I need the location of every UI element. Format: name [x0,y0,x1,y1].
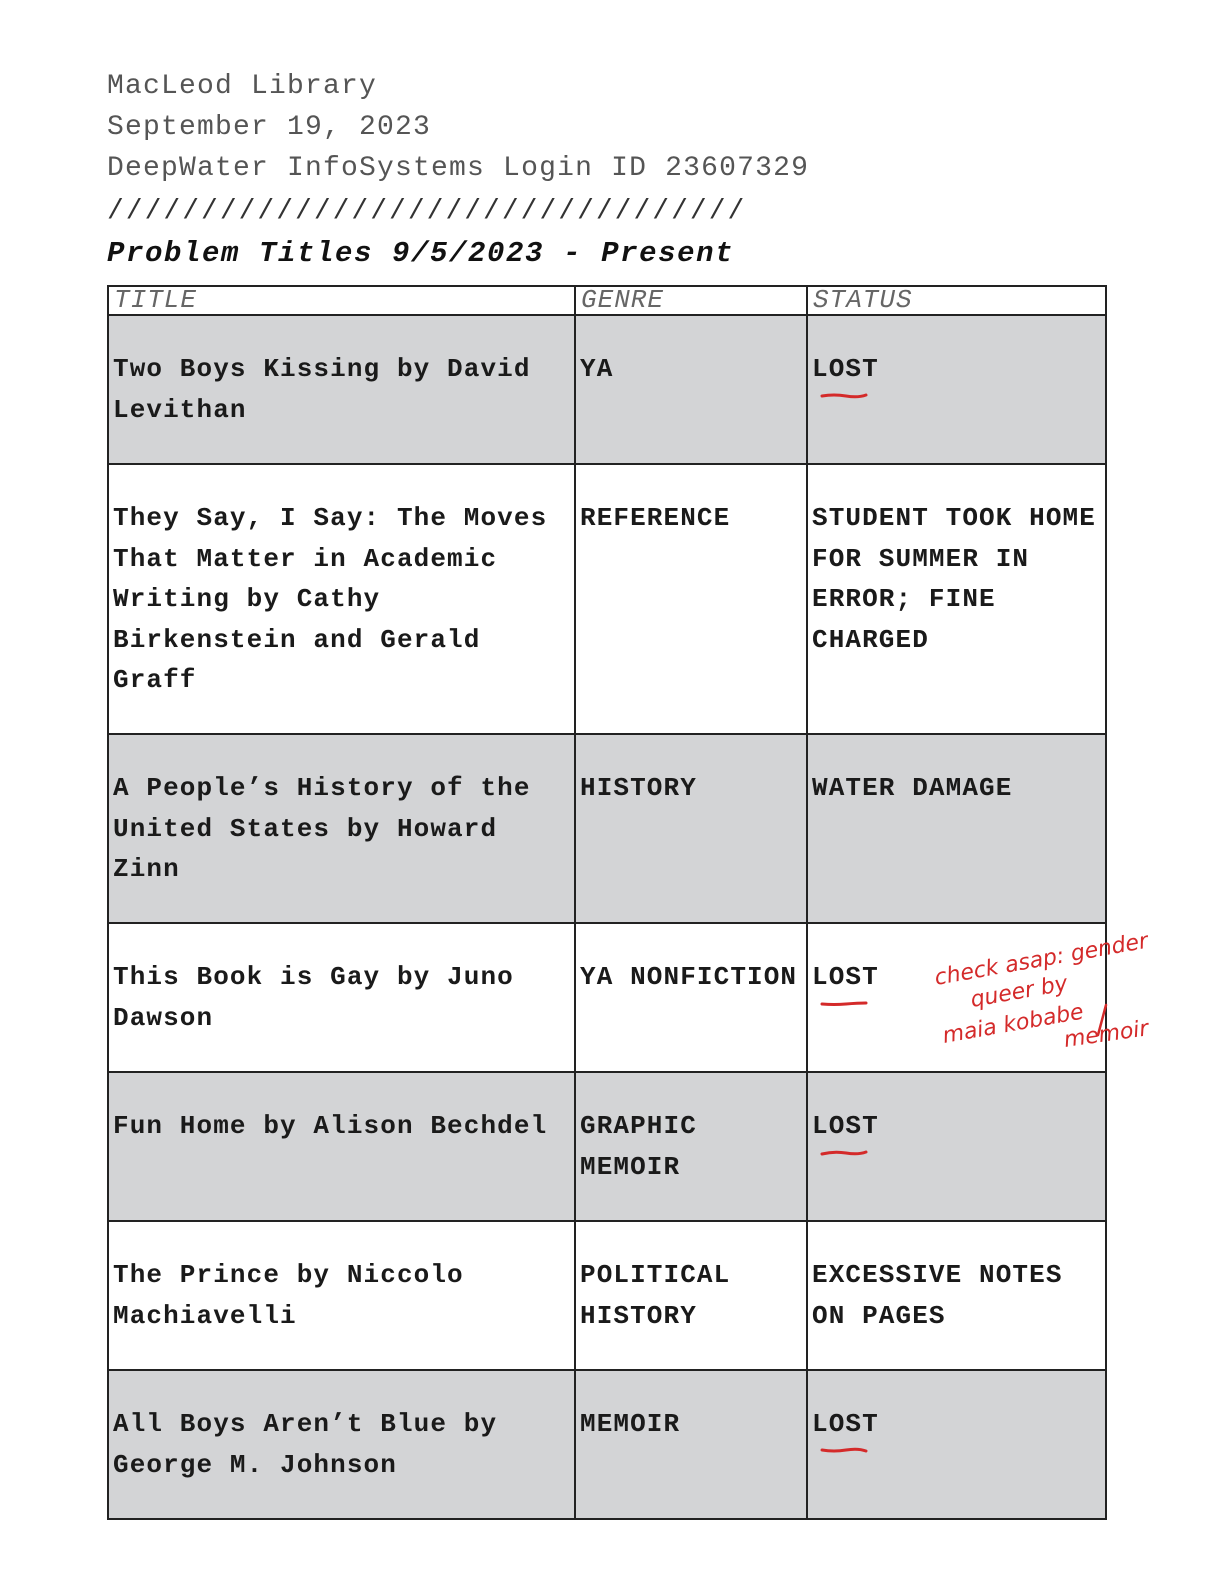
title-cell: The Prince by Niccolo Machiavelli [113,1260,464,1331]
login-id: DeepWater InfoSystems Login ID 23607329 [107,153,810,184]
table-row: A People’s History of the United States … [107,733,1107,924]
divider-line: ////////////////////////////////// [107,196,747,227]
table-header-row: TITLE GENRE STATUS [107,285,1107,316]
report-title: Problem Titles 9/5/2023 - Present [107,237,735,270]
handwritten-note: check asap: gender queer by maia kobabe … [933,928,1152,1053]
status-text: LOST [812,354,879,384]
red-underline-mark [820,1447,868,1452]
document-header: MacLeod Library September 19, 2023 DeepW… [107,66,809,274]
status-cell: LOST [812,1404,879,1452]
table-row: All Boys Aren’t Blue by George M. Johnso… [107,1369,1107,1520]
table-row: Two Boys Kissing by David Levithan YA LO… [107,314,1107,465]
status-text: LOST [812,1111,879,1141]
status-cell: EXCESSIVE NOTES ON PAGES [812,1260,1063,1331]
status-cell: LOST [812,349,879,398]
genre-cell: MEMOIR [580,1409,681,1439]
status-text: LOST [812,962,879,992]
problem-titles-table: TITLE GENRE STATUS Two Boys Kissing by D… [107,285,1107,1520]
report-date: September 19, 2023 [107,112,432,143]
status-cell: STUDENT TOOK HOME FOR SUMMER IN ERROR; F… [812,503,1096,655]
genre-cell: YA NONFICTION [580,962,798,992]
status-cell: LOST [812,1106,879,1155]
title-cell: All Boys Aren’t Blue by George M. Johnso… [113,1409,498,1480]
table-row: The Prince by Niccolo Machiavelli POLITI… [107,1220,1107,1371]
status-cell: LOST [812,957,879,1006]
genre-cell: POLITICAL HISTORY [580,1260,731,1331]
red-underline-mark [820,1001,868,1006]
table-row: They Say, I Say: The Moves That Matter i… [107,463,1107,735]
title-cell: Fun Home by Alison Bechdel [113,1111,548,1141]
genre-cell: HISTORY [580,773,697,803]
title-cell: This Book is Gay by Juno Dawson [113,962,514,1033]
genre-cell: YA [580,354,614,384]
status-cell: WATER DAMAGE [812,773,1013,803]
red-underline-mark [820,393,868,398]
title-cell: They Say, I Say: The Moves That Matter i… [113,503,548,695]
title-cell: A People’s History of the United States … [113,773,531,884]
column-header-genre: GENRE [574,285,808,316]
library-name: MacLeod Library [107,71,378,102]
genre-cell: GRAPHIC MEMOIR [580,1111,697,1182]
status-text: LOST [812,1409,879,1439]
genre-cell: REFERENCE [580,503,731,533]
column-header-title: TITLE [107,285,576,316]
column-header-status: STATUS [806,285,1107,316]
table-row: Fun Home by Alison Bechdel GRAPHIC MEMOI… [107,1071,1107,1222]
title-cell: Two Boys Kissing by David Levithan [113,354,531,425]
red-underline-mark [820,1150,868,1155]
